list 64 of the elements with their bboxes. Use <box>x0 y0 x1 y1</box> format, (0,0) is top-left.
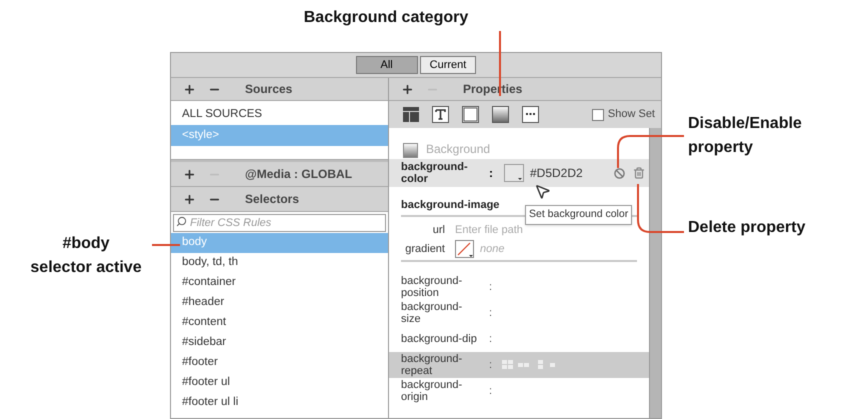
callout-label: Background category <box>304 8 468 28</box>
category-title: Background <box>426 141 490 158</box>
leader-line <box>637 184 684 233</box>
filter-tab[interactable]: Current <box>420 56 476 74</box>
add-icon[interactable] <box>183 192 196 206</box>
section-title: Selectors <box>245 191 300 208</box>
property-label: url <box>432 222 445 238</box>
list-item[interactable]: #container <box>171 273 388 293</box>
property-name: background-size <box>401 301 464 325</box>
callout-label: #body <box>62 234 110 254</box>
callout-label: Disable/Enable property <box>688 114 803 158</box>
delete-icon[interactable] <box>632 167 645 179</box>
gradient-value: none <box>480 242 504 257</box>
filter-tab[interactable]: All <box>356 56 418 74</box>
colon: : <box>489 306 492 321</box>
add-icon[interactable] <box>183 82 196 96</box>
add-icon[interactable] <box>183 168 196 180</box>
leader-line <box>152 244 180 246</box>
property-name: background-dip <box>401 333 478 345</box>
colon: : <box>489 384 492 399</box>
disable-icon[interactable] <box>614 168 625 178</box>
gradient-swatch[interactable] <box>455 240 474 258</box>
more-icon[interactable] <box>522 106 539 123</box>
leader-line <box>617 135 684 168</box>
mouse-cursor-icon <box>534 183 551 200</box>
list-item[interactable]: body, td, th <box>171 253 388 273</box>
background-icon[interactable] <box>492 106 509 123</box>
callout-label: Delete property <box>688 218 806 238</box>
colon: : <box>489 358 492 373</box>
list-item[interactable]: #content <box>171 313 388 333</box>
section-title: Sources <box>245 81 292 98</box>
property-label: gradient <box>404 242 445 257</box>
colon: : <box>489 332 492 347</box>
search-icon <box>176 216 187 227</box>
add-icon[interactable] <box>401 82 414 96</box>
callout-label: selector active <box>30 258 142 278</box>
list-item[interactable]: #sidebar <box>171 333 388 353</box>
scrollbar[interactable] <box>649 128 661 418</box>
property-row[interactable]: background-dip : <box>389 326 649 352</box>
colon: : <box>489 165 493 182</box>
text-icon[interactable] <box>432 106 449 123</box>
list-item[interactable]: #footer ul <box>171 373 388 393</box>
property-name: background-image <box>401 198 500 213</box>
section-title: @Media : GLOBAL <box>245 166 352 183</box>
show-set-checkbox[interactable] <box>592 108 604 120</box>
property-name: background-color <box>401 161 469 185</box>
color-swatch[interactable] <box>504 164 524 182</box>
property-row[interactable]: background-size : <box>389 300 649 326</box>
list-item[interactable]: #footer <box>171 353 388 373</box>
list-item[interactable]: #header <box>171 293 388 313</box>
list-item[interactable]: #footer ul li <box>171 393 388 413</box>
list-item[interactable]: ALL SOURCES <box>171 104 388 125</box>
background-icon <box>403 143 418 158</box>
layout-icon[interactable] <box>403 107 419 122</box>
colon: : <box>489 280 492 295</box>
show-set-label: Show Set <box>608 107 655 122</box>
filter-field[interactable]: Filter CSS Rules <box>173 214 386 232</box>
leader-line <box>499 31 501 96</box>
border-icon[interactable] <box>462 106 479 123</box>
color-value: #D5D2D2 <box>530 165 583 182</box>
property-name: background-origin <box>401 379 464 403</box>
property-row[interactable]: background-origin : <box>389 378 649 404</box>
tooltip: Set background color <box>525 205 632 225</box>
property-row[interactable]: background-position : <box>389 274 649 300</box>
